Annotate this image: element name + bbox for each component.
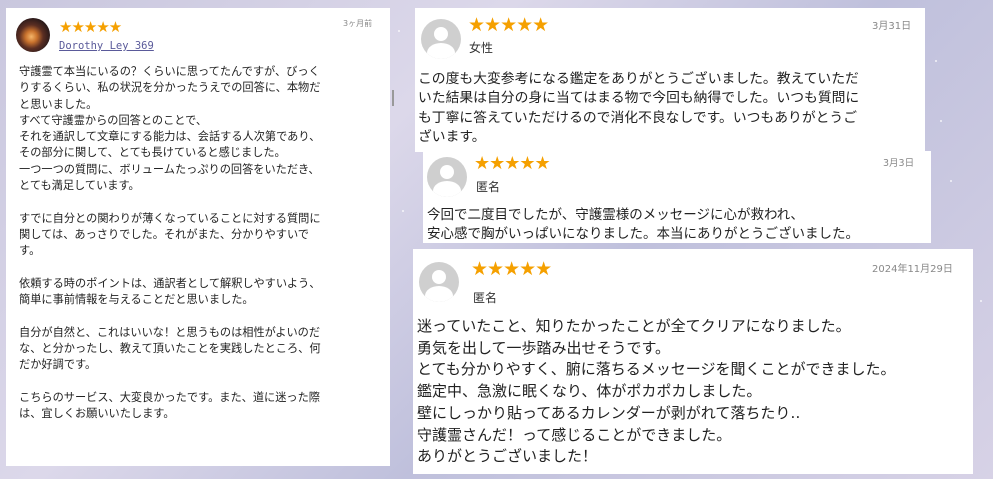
review-line: だか好調です。 — [19, 358, 97, 372]
star-rating: ★★★★★ — [468, 14, 549, 36]
review-line: 勇気を出して一歩踏み出せそうです。 — [417, 338, 671, 357]
review-text: 今回で二度目でしたが、守護霊様のメッセージに心が救われ、 安心感で胸がいっぱいに… — [427, 206, 859, 244]
review-date: 3ヶ月前 — [343, 19, 373, 28]
scrollbar-thumb[interactable] — [392, 90, 394, 106]
background-sparkle — [935, 60, 937, 62]
background-sparkle — [402, 210, 404, 212]
review-text: 迷っていたこと、知りたかったことが全てクリアになりました。 勇気を出して一歩踏み… — [417, 316, 896, 468]
background-sparkle — [980, 300, 982, 302]
review-line: りするくらい、私の状況を分かったうえでの回答に、本物だ — [19, 81, 321, 95]
default-user-icon — [427, 157, 467, 197]
review-line: ざいます。 — [418, 128, 486, 145]
star-rating: ★★★★★ — [59, 18, 122, 36]
review-date: 3月3日 — [883, 158, 915, 169]
review-line: この度も大変参考になる鑑定をありがとうございました。教えていただ — [418, 71, 859, 87]
review-line: すべて守護霊からの回答とのことで、 — [19, 113, 208, 127]
background-sparkle — [398, 30, 400, 32]
review-line: す。 — [19, 244, 41, 258]
review-line: 壁にしっかり貼ってあるカレンダーが剥がれて落ちたり‥ — [417, 403, 801, 422]
review-line: とても分かりやすく、腑に落ちるメッセージを聞くことができました。 — [417, 360, 896, 379]
reviewer-name: 女性 — [469, 41, 494, 55]
review-line: 依頼する時のポイントは、通訳者として解釈しやすいよう、 — [19, 276, 321, 290]
review-date: 2024年11月29日 — [872, 264, 953, 275]
review-text: この度も大変参考になる鑑定をありがとうございました。教えていただ いた結果は自分… — [418, 70, 859, 147]
review-card: ★★★★★ 3月3日 匿名 今回で二度目でしたが、守護霊様のメッセージに心が救わ… — [423, 151, 931, 243]
review-line: その部分に関して、とても長けていると感じました。 — [19, 146, 286, 160]
review-line: それを通訳して文章にする能力は、会話する人次第であり、 — [19, 130, 321, 144]
review-line: 迷っていたこと、知りたかったことが全てクリアになりました。 — [417, 317, 851, 335]
background-sparkle — [950, 180, 952, 182]
star-rating: ★★★★★ — [471, 258, 552, 280]
review-date: 3月31日 — [872, 21, 912, 32]
review-line: 安心感で胸がいっぱいになりました。本当にありがとうございました。 — [427, 226, 859, 242]
default-user-icon — [419, 262, 459, 302]
review-line: 守護霊さんだ！って感じることができました。 — [417, 425, 732, 444]
review-line: 守護霊て本当にいるの？くらいに思ってたんですが、びっく — [19, 65, 320, 78]
review-line: 一つ一つの質問に、ボリュームたっぷりの回答をいただき、 — [19, 162, 320, 176]
default-user-icon — [421, 19, 461, 59]
reviewer-name-link[interactable]: Dorothy Ley 369 — [59, 41, 154, 52]
reviewer-name: 匿名 — [476, 180, 501, 194]
review-line: も丁寧に答えていただけるので消化不良なしです。いつもありがとうご — [418, 109, 858, 126]
review-text: 守護霊て本当にいるの？くらいに思ってたんですが、びっく りするくらい、私の状況を… — [19, 64, 321, 423]
review-line: とても満足しています。 — [19, 179, 140, 193]
review-line: すでに自分との関わりが薄くなっていることに対する質問に — [19, 211, 321, 225]
review-line: こちらのサービス、大変良かったです。また、道に迷った際 — [19, 390, 320, 404]
background-sparkle — [940, 120, 942, 122]
review-line: な、と分かったし、教えて頂いたことを実践したところ、何 — [19, 342, 321, 356]
user-photo-avatar[interactable] — [16, 18, 50, 52]
review-card: ★★★★★ 3月31日 女性 この度も大変参考になる鑑定をありがとうございました… — [415, 8, 925, 152]
review-line: 自分が自然と、これはいいな！と思うものは相性がよいのだ — [19, 325, 321, 339]
review-card: ★★★★★ 3ヶ月前 Dorothy Ley 369 守護霊て本当にいるの？くら… — [6, 8, 394, 466]
review-card: ★★★★★ 2024年11月29日 匿名 迷っていたこと、知りたかったことが全て… — [413, 249, 973, 474]
review-line: と思いました。 — [19, 97, 98, 111]
review-line: ありがとうございました！ — [417, 447, 598, 466]
review-line: は、宜しくお願いいたします。 — [19, 407, 175, 421]
review-line: 関しては、あっさりでした。それがまた、分かりやすいで — [19, 227, 309, 241]
review-line: 簡単に事前情報を与えることだと思いました。 — [19, 293, 254, 307]
star-rating: ★★★★★ — [474, 153, 551, 174]
review-line: 鑑定中、急激に眠くなり、体がポカポカしました。 — [417, 382, 762, 401]
review-line: 今回で二度目でしたが、守護霊様のメッセージに心が救われ、 — [427, 207, 804, 223]
review-line: いた結果は自分の身に当てはまる物で今回も納得でした。いつも質問に — [418, 90, 860, 107]
reviewer-name: 匿名 — [473, 291, 498, 305]
